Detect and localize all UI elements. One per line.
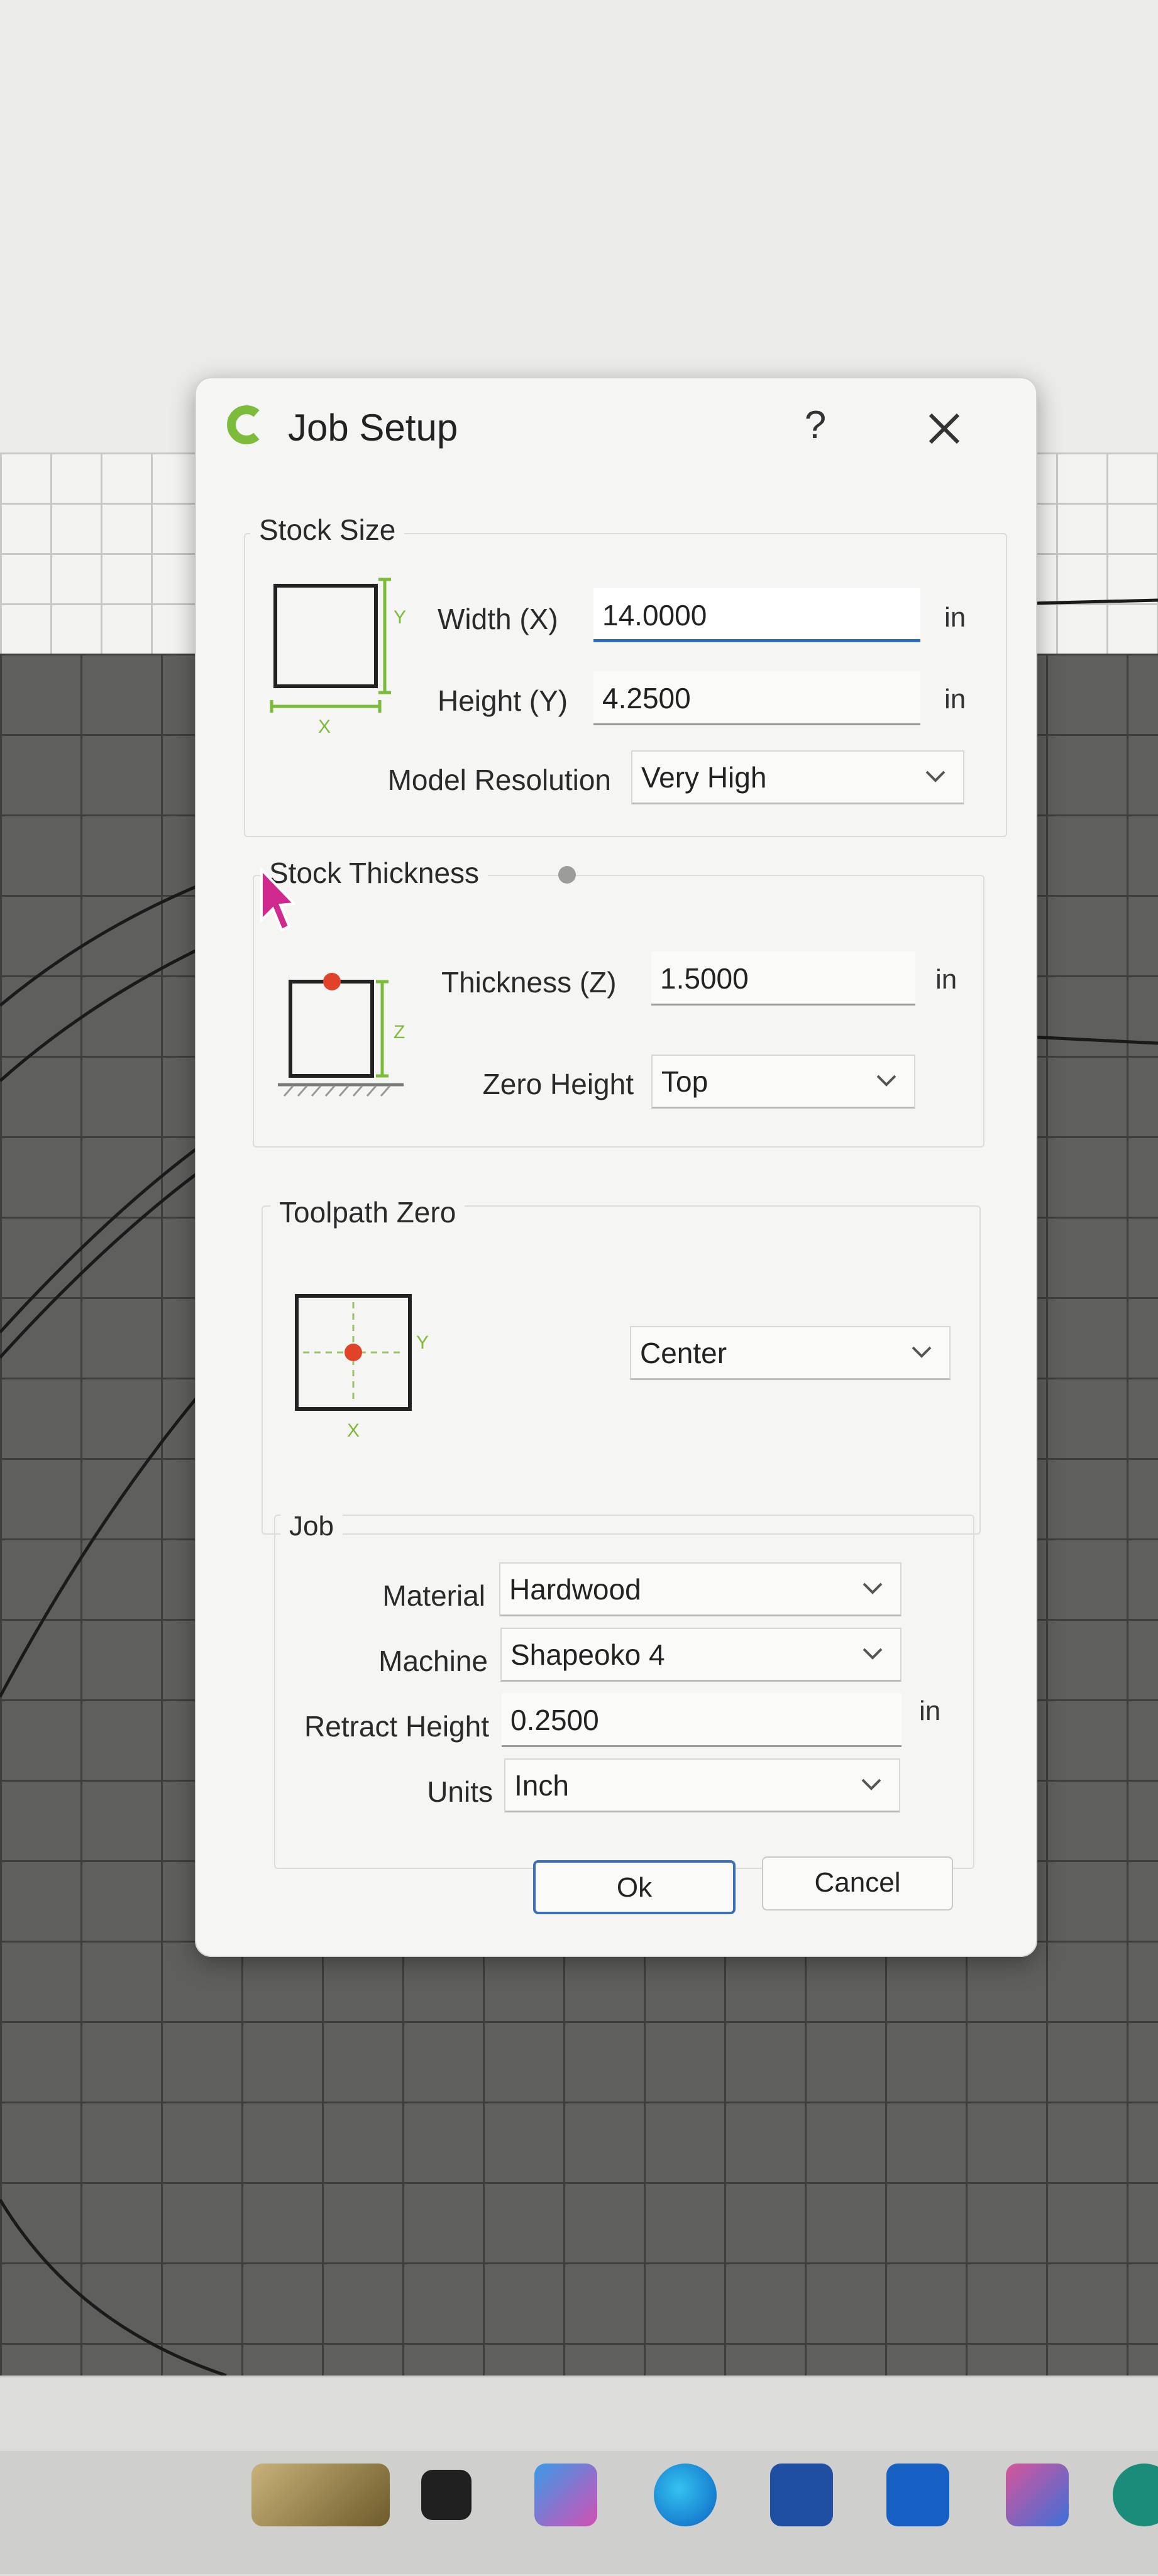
microsoft-store-icon[interactable] (770, 2464, 833, 2526)
zero-height-select[interactable]: Top (651, 1055, 915, 1109)
stock-size-x-axis-label: X (318, 716, 331, 737)
machine-value: Shapeoko 4 (510, 1638, 665, 1671)
machine-select[interactable]: Shapeoko 4 (500, 1628, 902, 1682)
chevron-down-icon (925, 770, 946, 782)
weather-widget-icon[interactable] (251, 2464, 390, 2526)
units-value: Inch (514, 1769, 569, 1802)
cancel-button[interactable]: Cancel (762, 1856, 953, 1910)
edge-browser-icon[interactable] (654, 2464, 717, 2526)
retract-height-input[interactable]: 0.2500 (502, 1693, 902, 1747)
chevron-down-icon (863, 1582, 883, 1594)
toolpath-zero-y-axis-label: Y (416, 1332, 429, 1353)
material-value: Hardwood (509, 1573, 641, 1606)
m365-app-icon[interactable] (1006, 2464, 1069, 2526)
height-unit: in (944, 684, 966, 715)
thickness-unit: in (935, 964, 957, 995)
material-label: Material (382, 1579, 485, 1612)
stock-thickness-diagram: Z (278, 973, 405, 1097)
width-unit: in (944, 602, 966, 633)
retract-height-unit: in (919, 1696, 941, 1726)
chevron-down-icon (876, 1075, 896, 1087)
copilot-icon[interactable] (534, 2464, 597, 2526)
height-label: Height (Y) (438, 684, 568, 717)
zero-height-value: Top (661, 1065, 709, 1098)
width-input[interactable]: 14.0000 (593, 588, 920, 642)
close-button[interactable] (919, 403, 969, 454)
chevron-down-icon (912, 1346, 932, 1358)
mouse-cursor-icon (260, 867, 295, 932)
thickness-input[interactable]: 1.5000 (651, 951, 915, 1006)
cortana-app-icon[interactable] (886, 2464, 949, 2526)
job-setup-dialog: Job Setup ? Stock Size Y X Width (X) 14.… (195, 377, 1037, 1957)
job-label: Job (280, 1511, 343, 1542)
retract-height-label: Retract Height (304, 1710, 489, 1743)
chevron-down-icon (861, 1779, 881, 1790)
help-button[interactable]: ? (793, 403, 837, 447)
start-menu-icon[interactable] (421, 2470, 471, 2520)
dialog-title: Job Setup (288, 407, 458, 449)
stock-thickness-z-axis-label: Z (394, 1022, 405, 1043)
carbide-logo-icon (227, 405, 260, 444)
thickness-label: Thickness (Z) (441, 966, 617, 999)
toolpath-zero-label: Toolpath Zero (270, 1195, 465, 1229)
height-input[interactable]: 4.2500 (593, 671, 920, 725)
material-select[interactable]: Hardwood (499, 1562, 902, 1616)
dialog-titlebar[interactable]: Job Setup ? (196, 378, 1036, 473)
toolpath-zero-x-axis-label: X (347, 1420, 360, 1441)
toolpath-zero-select[interactable]: Center (630, 1326, 951, 1380)
model-resolution-value: Very High (641, 761, 767, 794)
toolpath-zero-diagram: Y X (295, 1294, 429, 1441)
zero-height-label: Zero Height (482, 1068, 634, 1100)
model-resolution-select[interactable]: Very High (631, 750, 964, 804)
toolpath-zero-value: Center (640, 1337, 727, 1369)
machine-label: Machine (378, 1645, 488, 1677)
units-select[interactable]: Inch (504, 1758, 900, 1812)
thickness-indicator-dot (558, 866, 576, 884)
chevron-down-icon (863, 1648, 883, 1660)
ok-button[interactable]: Ok (533, 1860, 736, 1914)
stock-size-y-axis-label: Y (394, 607, 406, 628)
stock-size-diagram: Y X (270, 578, 406, 737)
stock-size-label: Stock Size (250, 513, 405, 547)
close-icon (929, 413, 960, 444)
width-label: Width (X) (438, 603, 558, 635)
model-resolution-label: Model Resolution (387, 764, 611, 796)
units-label: Units (427, 1775, 493, 1808)
